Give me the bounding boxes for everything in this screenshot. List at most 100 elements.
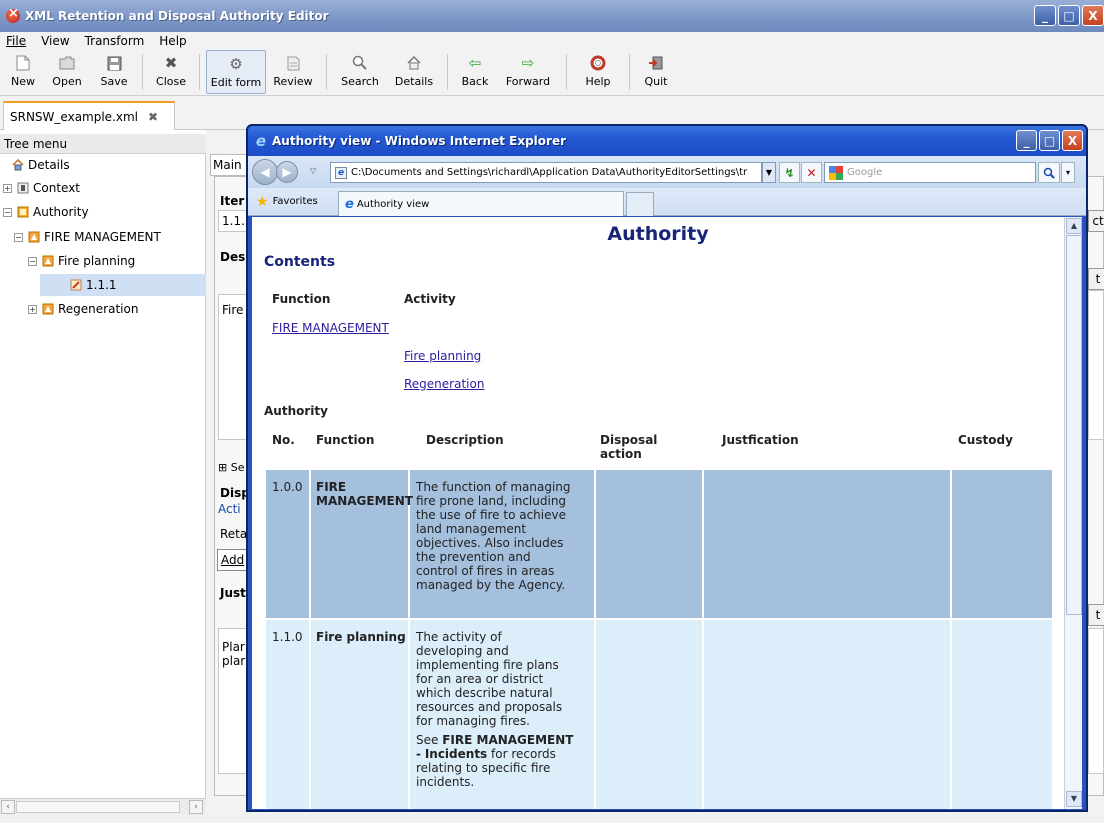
cell-divider: [594, 620, 596, 809]
review-button[interactable]: Review: [266, 50, 320, 94]
cell-divider: [950, 620, 952, 809]
row-function: FIRE MANAGEMENT: [316, 480, 413, 508]
action-column-header: Acti: [218, 502, 241, 516]
col-disposal: Disposal: [600, 433, 658, 447]
maximize-button[interactable]: □: [1058, 5, 1080, 26]
description-area-edge: [1088, 290, 1104, 440]
main-tab[interactable]: Main: [210, 154, 250, 176]
col-justification: Justfication: [722, 433, 799, 447]
contents-heading: Contents: [264, 254, 336, 270]
link-fire-planning[interactable]: Fire planning: [404, 349, 481, 363]
se-section-label[interactable]: ⊞ Se: [218, 461, 244, 474]
recent-pages-dropdown-icon[interactable]: ▽: [310, 166, 316, 175]
toolbar-separator: [447, 54, 448, 90]
tree-item-context[interactable]: + Context: [3, 177, 80, 199]
col-description: Description: [426, 433, 504, 447]
back-button[interactable]: ⇦ Back: [454, 50, 496, 94]
scroll-thumb[interactable]: [1066, 235, 1082, 615]
scroll-left-arrow-icon[interactable]: ‹: [1, 800, 15, 814]
ie-tab-authority-view[interactable]: e Authority view: [338, 191, 624, 216]
ie-forward-button[interactable]: ▶: [276, 161, 298, 183]
justification-label: Just: [220, 586, 246, 600]
scroll-thumb[interactable]: [16, 801, 180, 813]
edit-form-button[interactable]: ⚙ Edit form: [206, 50, 266, 94]
document-tab[interactable]: SRNSW_example.xml ✖: [3, 101, 175, 130]
address-dropdown-icon[interactable]: ▼: [762, 162, 776, 183]
expand-icon[interactable]: +: [28, 304, 37, 314]
scroll-up-arrow-icon[interactable]: ▲: [1066, 218, 1082, 234]
help-button[interactable]: Help: [573, 50, 623, 94]
see-rest: for records: [487, 747, 556, 761]
link-fire-management[interactable]: FIRE MANAGEMENT: [272, 321, 389, 335]
tree-item-details[interactable]: Details: [12, 154, 70, 176]
select-button-3[interactable]: t: [1088, 604, 1104, 626]
ie-close-button[interactable]: X: [1062, 130, 1083, 151]
select-button-2[interactable]: t: [1088, 268, 1104, 290]
ie-back-button[interactable]: ◀: [252, 159, 278, 185]
new-file-icon: [14, 54, 32, 72]
description-text: Fire: [222, 303, 244, 317]
scroll-down-arrow-icon[interactable]: ▼: [1066, 791, 1082, 807]
tree-item-regeneration[interactable]: + Regeneration: [28, 298, 138, 320]
ie-vertical-scrollbar[interactable]: ▲ ▼: [1064, 217, 1082, 809]
tree-item-1-1-1[interactable]: 1.1.1: [40, 274, 206, 296]
search-go-button[interactable]: [1038, 162, 1060, 183]
page-title: Authority: [607, 223, 709, 245]
table-row: 1.1.0 Fire planning The activity of deve…: [266, 620, 1052, 809]
tree-horizontal-scrollbar[interactable]: ‹ ›: [0, 798, 206, 814]
search-button[interactable]: Search: [333, 50, 387, 94]
close-button[interactable]: ✖ Close: [149, 50, 193, 94]
select-button-1[interactable]: ct: [1088, 210, 1104, 232]
menu-view[interactable]: View: [41, 34, 69, 48]
tree-item-fire-planning[interactable]: − Fire planning: [28, 250, 135, 272]
menu-file[interactable]: File: [6, 34, 26, 48]
tree-item-authority[interactable]: − Authority: [3, 201, 89, 223]
forward-arrow-icon: ⇨: [521, 54, 535, 72]
ie-title-bar: e Authority view - Windows Internet Expl…: [248, 126, 1086, 156]
ie-search-box[interactable]: Google: [824, 162, 1036, 183]
forward-button[interactable]: ⇨ Forward: [496, 50, 560, 94]
search-options-dropdown-icon[interactable]: ▾: [1061, 162, 1075, 183]
new-button[interactable]: New: [4, 50, 42, 94]
page-icon: e: [335, 166, 347, 179]
collapse-icon[interactable]: −: [3, 207, 12, 217]
close-tab-icon[interactable]: ✖: [148, 110, 158, 124]
stop-icon[interactable]: ✕: [801, 162, 822, 183]
details-button[interactable]: Details: [387, 50, 441, 94]
scroll-right-arrow-icon[interactable]: ›: [189, 800, 203, 814]
see-bold-function: FIRE MANAGEMENT: [442, 733, 574, 747]
add-button-label: Add: [221, 553, 245, 567]
window-title: XML Retention and Disposal Authority Edi…: [25, 9, 329, 23]
favorites-button[interactable]: ★ Favorites: [256, 194, 318, 210]
menu-help[interactable]: Help: [159, 34, 186, 48]
close-window-button[interactable]: X: [1082, 5, 1104, 26]
save-button[interactable]: Save: [92, 50, 136, 94]
justification-area-edge: [1088, 628, 1104, 774]
cell-divider: [594, 470, 596, 618]
description-line: managed by the Agency.: [416, 578, 566, 592]
description-line: the use of fire to achieve: [416, 508, 566, 522]
ie-minimize-button[interactable]: _: [1016, 130, 1037, 151]
minimize-button[interactable]: _: [1034, 5, 1056, 26]
edit-form-icon: ⚙: [229, 55, 243, 73]
menu-transform[interactable]: Transform: [85, 34, 145, 48]
main-title-bar: XML Retention and Disposal Authority Edi…: [0, 0, 1104, 32]
refresh-icon[interactable]: ↯: [779, 162, 800, 183]
folder-icon: [58, 54, 76, 72]
description-line: developing and: [416, 644, 509, 658]
col-function: Function: [316, 433, 375, 447]
quit-button[interactable]: Quit: [636, 50, 676, 94]
expand-icon[interactable]: +: [3, 183, 12, 193]
tree-item-fire-management[interactable]: − FIRE MANAGEMENT: [14, 226, 161, 248]
collapse-icon[interactable]: −: [28, 256, 37, 266]
ie-maximize-button[interactable]: □: [1039, 130, 1060, 151]
open-button[interactable]: Open: [42, 50, 92, 94]
collapse-icon[interactable]: −: [14, 232, 23, 242]
address-bar[interactable]: e C:\Documents and Settings\richardl\App…: [330, 162, 762, 183]
ie-new-tab-button[interactable]: [626, 192, 654, 216]
link-regeneration[interactable]: Regeneration: [404, 377, 484, 391]
description-line: resources and proposals: [416, 700, 563, 714]
quit-label: Quit: [644, 75, 668, 88]
forward-arrow-icon: ▶: [282, 165, 292, 179]
see-also-line: See FIRE MANAGEMENT: [416, 733, 573, 747]
